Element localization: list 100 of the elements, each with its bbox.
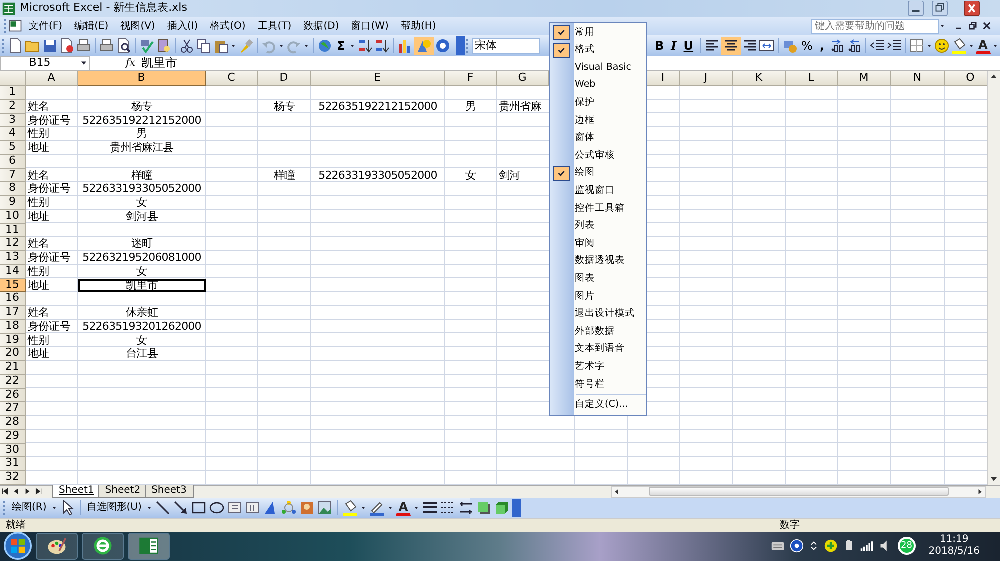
menu-item[interactable]: 文件(F) <box>23 18 69 34</box>
menu-item[interactable]: 图片 <box>575 290 595 304</box>
restore-icon[interactable] <box>968 21 978 31</box>
help-search-field[interactable]: 键入需要帮助的问题 <box>811 18 939 34</box>
row-header[interactable]: 10 <box>0 210 26 224</box>
menu-item[interactable]: 符号栏 <box>575 378 605 392</box>
underline-button[interactable]: U <box>680 36 697 54</box>
sort-descending-icon[interactable] <box>374 38 390 54</box>
row-header[interactable]: 18 <box>0 320 26 334</box>
row-header[interactable]: 16 <box>0 292 26 306</box>
fill-color-icon[interactable] <box>342 500 358 516</box>
autosum-button[interactable]: Σ <box>334 36 348 54</box>
increase-indent-icon[interactable] <box>886 38 902 54</box>
menu-item[interactable]: 数据(D) <box>298 18 346 34</box>
arrow-style-icon[interactable] <box>458 500 474 516</box>
column-header[interactable]: L <box>786 71 838 86</box>
help-icon[interactable] <box>790 539 804 554</box>
menu-item[interactable]: 保护 <box>575 96 595 110</box>
print-icon[interactable] <box>76 38 92 54</box>
menu-item[interactable]: Web <box>575 78 596 93</box>
menu-item[interactable]: Visual Basic <box>575 60 632 76</box>
plus-badge-icon[interactable] <box>824 539 838 554</box>
cell-text[interactable]: 凯里市 <box>78 278 206 292</box>
row-header[interactable]: 4 <box>0 127 26 141</box>
row-header[interactable]: 13 <box>0 251 26 265</box>
menu-item[interactable]: 绘图 <box>575 166 595 181</box>
menu-item[interactable]: 窗口(W) <box>345 18 395 34</box>
spelling-icon[interactable] <box>139 38 155 54</box>
close-icon[interactable] <box>982 21 992 31</box>
column-header[interactable]: N <box>891 71 945 86</box>
permission-icon[interactable] <box>59 38 75 54</box>
row-header[interactable]: 1 <box>0 86 26 100</box>
printer-icon[interactable] <box>99 38 115 54</box>
column-header[interactable]: A <box>26 71 78 86</box>
last-sheet-icon[interactable] <box>33 487 44 496</box>
fill-color-icon[interactable] <box>950 38 966 54</box>
draw-menu[interactable]: 绘图(R) <box>10 500 49 516</box>
sheet-tab[interactable]: Sheet2 <box>98 485 148 498</box>
menu-item[interactable]: 格式(O) <box>204 18 252 34</box>
menu-item[interactable]: 文本到语音 <box>575 342 625 357</box>
menu-item[interactable]: 插入(I) <box>161 18 204 34</box>
row-header[interactable]: 22 <box>0 374 26 388</box>
align-right-icon[interactable] <box>742 38 758 54</box>
drawing-button[interactable] <box>414 36 434 54</box>
italic-button[interactable]: I <box>668 36 680 54</box>
clock-date[interactable]: 2018/5/16 <box>928 546 980 558</box>
formula-field[interactable]: 凯里市 <box>135 54 178 72</box>
column-header[interactable]: M <box>838 71 891 86</box>
menu-item[interactable]: 列表 <box>575 219 595 234</box>
align-center-button[interactable] <box>720 36 741 54</box>
menu-item[interactable]: 常用 <box>575 26 595 40</box>
line-color-icon[interactable] <box>368 500 385 516</box>
text-box-icon[interactable] <box>226 500 243 516</box>
menu-item[interactable]: 帮助(H) <box>394 18 442 34</box>
menu-item[interactable]: 审阅 <box>575 236 595 252</box>
row-header[interactable]: 21 <box>0 361 26 375</box>
clip-art-icon[interactable] <box>298 500 315 516</box>
smiley-icon[interactable] <box>934 38 950 54</box>
menu-item[interactable]: 编辑(E) <box>68 18 115 34</box>
column-header[interactable]: I <box>647 71 680 86</box>
column-header[interactable]: F <box>445 71 497 86</box>
3d-style-icon[interactable] <box>494 500 510 516</box>
autoshapes-menu[interactable]: 自选图形(U) <box>84 500 144 516</box>
taskbar-app-button[interactable] <box>36 532 78 560</box>
row-header[interactable]: 19 <box>0 334 26 348</box>
start-button[interactable] <box>4 532 32 560</box>
hyperlink-icon[interactable] <box>317 38 333 54</box>
row-header[interactable]: 15 <box>0 278 26 292</box>
oval-icon[interactable] <box>208 500 225 516</box>
row-header[interactable]: 26 <box>0 388 26 402</box>
diagram-icon[interactable] <box>280 500 297 516</box>
name-box[interactable]: B15 <box>0 56 90 70</box>
row-header[interactable]: 2 <box>0 100 26 114</box>
menu-item[interactable]: 窗体 <box>575 131 595 146</box>
row-header[interactable]: 28 <box>0 416 26 430</box>
toolbar-options-button[interactable] <box>512 498 522 517</box>
first-sheet-icon[interactable] <box>0 487 11 496</box>
row-header[interactable]: 12 <box>0 237 26 251</box>
print-preview-icon[interactable] <box>116 38 132 54</box>
scrollbar-thumb[interactable] <box>648 487 948 496</box>
row-header[interactable]: 30 <box>0 444 26 458</box>
signal-icon[interactable] <box>860 539 874 554</box>
row-header[interactable]: 17 <box>0 306 26 320</box>
menu-item[interactable]: 工具(T) <box>252 18 298 34</box>
align-left-icon[interactable] <box>704 38 720 54</box>
menu-item[interactable]: 边框 <box>575 114 595 128</box>
sheet-tab[interactable]: Sheet3 <box>144 485 194 498</box>
vertical-text-box-icon[interactable] <box>244 500 261 516</box>
rectangle-icon[interactable] <box>190 500 207 516</box>
font-field[interactable]: 宋体 <box>472 38 540 54</box>
menu-item[interactable]: 公式审核 <box>575 148 615 164</box>
merge-center-icon[interactable] <box>758 38 775 54</box>
line-style-icon[interactable] <box>422 500 438 516</box>
bold-button[interactable]: B <box>652 36 668 54</box>
dash-style-icon[interactable] <box>440 500 456 516</box>
row-header[interactable]: 8 <box>0 182 26 196</box>
comma-style-button[interactable]: , <box>816 36 828 54</box>
menu-item[interactable]: 外部数据 <box>575 324 615 340</box>
clock-time[interactable]: 11:19 <box>940 534 969 546</box>
row-header[interactable]: 11 <box>0 224 26 238</box>
